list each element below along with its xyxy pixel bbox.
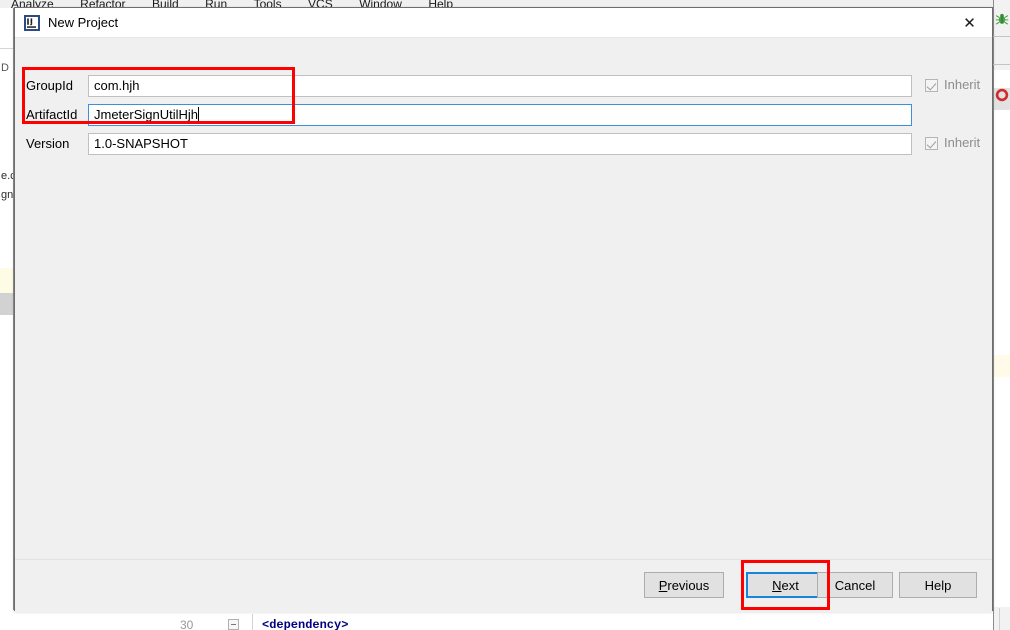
ide-right-white-row xyxy=(994,70,1010,88)
editor-gutter-divider xyxy=(252,614,253,630)
bug-icon[interactable] xyxy=(994,12,1010,29)
editor-line-number: 30 xyxy=(180,618,194,630)
version-inherit-label: Inherit xyxy=(944,135,981,150)
ide-right-white-block xyxy=(994,110,1010,355)
ide-left-text-fragment-d: D xyxy=(1,62,9,74)
next-mnemonic: N xyxy=(772,577,782,593)
dialog-footer: Previous Next Cancel Help xyxy=(15,559,992,612)
form-row-artifactid: ArtifactId JmeterSignUtilHjh xyxy=(15,104,992,126)
checkbox-checked-icon[interactable] xyxy=(925,78,938,92)
next-button[interactable]: Next xyxy=(746,572,825,598)
screen: Analyze Refactor Build Run Tools VCS Win… xyxy=(0,0,1010,630)
ide-left-selection-band xyxy=(0,293,13,315)
artifactid-input[interactable]: JmeterSignUtilHjh xyxy=(88,104,912,126)
dialog-title: New Project xyxy=(48,15,119,30)
previous-mnemonic: P xyxy=(658,577,668,593)
help-button[interactable]: Help xyxy=(899,572,977,598)
groupid-inherit-checkbox[interactable]: Inherit xyxy=(925,77,980,93)
form-row-groupid: GroupId com.hjh Inherit xyxy=(15,75,992,97)
version-label: Version xyxy=(26,136,70,151)
new-project-dialog: New Project ✕ GroupId com.hjh Inherit Ar… xyxy=(14,7,993,612)
ide-bottom-area xyxy=(0,610,993,630)
ide-right-white-block-2 xyxy=(994,377,1010,607)
ring-icon[interactable] xyxy=(994,88,1010,105)
checkbox-checked-icon[interactable] xyxy=(925,136,938,150)
ide-left-strip xyxy=(0,8,14,630)
ide-right-bottom-rule xyxy=(999,608,1000,630)
ide-left-text-fragment-gn: gn xyxy=(1,189,13,201)
ide-left-divider xyxy=(0,48,13,49)
next-label: ext xyxy=(781,577,799,593)
help-label: Help xyxy=(924,577,952,593)
editor-code-fragment: <dependency> xyxy=(262,618,349,630)
ide-left-highlight-band xyxy=(0,268,13,293)
ide-right-highlight-band xyxy=(994,355,1010,377)
groupid-label: GroupId xyxy=(26,78,73,93)
previous-label: revious xyxy=(667,577,710,593)
groupid-inherit-label: Inherit xyxy=(944,77,981,92)
cancel-button[interactable]: Cancel xyxy=(817,572,893,598)
code-fold-icon[interactable] xyxy=(228,619,239,630)
ide-right-divider-2 xyxy=(993,64,1010,65)
groupid-input[interactable]: com.hjh xyxy=(88,75,912,97)
previous-button[interactable]: Previous xyxy=(644,572,724,598)
dialog-titlebar: New Project ✕ xyxy=(15,8,992,38)
dialog-body: GroupId com.hjh Inherit ArtifactId Jmete… xyxy=(15,38,992,559)
cancel-label: Cancel xyxy=(834,577,876,593)
intellij-idea-icon xyxy=(24,15,40,31)
form-row-version: Version 1.0-SNAPSHOT Inherit xyxy=(15,133,992,155)
version-inherit-checkbox[interactable]: Inherit xyxy=(925,135,980,151)
text-caret xyxy=(198,107,200,121)
ide-right-divider-1 xyxy=(993,36,1010,37)
version-input[interactable]: 1.0-SNAPSHOT xyxy=(88,133,912,155)
artifactid-value: JmeterSignUtilHjh xyxy=(94,107,199,122)
close-icon[interactable]: ✕ xyxy=(947,8,992,37)
ide-left-text-fragment-ec: e.c xyxy=(1,170,13,182)
artifactid-label: ArtifactId xyxy=(26,107,78,122)
